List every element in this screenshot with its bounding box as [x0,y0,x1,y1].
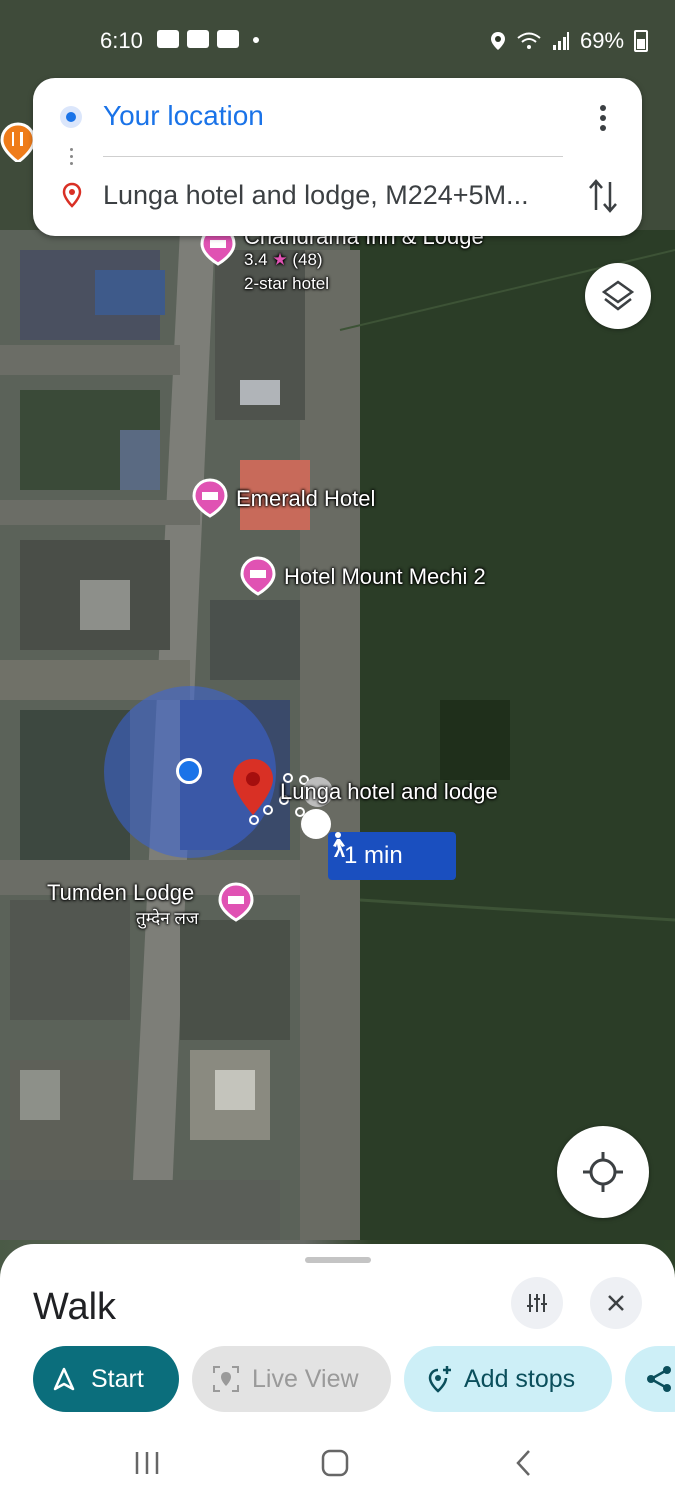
destination-pin-icon[interactable] [231,757,275,817]
signal-icon [553,32,569,50]
walking-icon [333,832,345,857]
route-connector-dots [70,144,74,174]
close-icon [608,1295,624,1311]
system-navigation-bar [0,1420,675,1500]
system-icons: 69% [490,28,649,54]
place-label-tumden[interactable]: Tumden Lodge [47,880,194,906]
recent-apps-icon[interactable] [133,1450,161,1476]
hotel-pin-icon[interactable] [218,882,254,922]
tune-icon [527,1294,547,1312]
home-icon[interactable] [320,1448,350,1478]
start-label: Start [91,1364,144,1393]
restaurant-pin-icon[interactable] [0,122,36,162]
back-icon[interactable] [514,1448,534,1478]
directions-card: Your location Lunga hotel and lodge, M22… [33,78,642,236]
place-label-tumden-local: तुम्देन लज [136,909,199,928]
hotel-pin-icon[interactable] [240,556,276,596]
start-button[interactable]: Start [33,1346,179,1412]
rating-value: 3.4 [244,250,268,269]
destination-marker-icon [62,182,82,208]
current-location-dot [176,758,202,784]
swap-directions-icon[interactable] [586,176,620,216]
place-label-emerald[interactable]: Emerald Hotel [236,486,375,512]
notification-icons [157,30,259,48]
field-divider [103,156,563,157]
review-count: (48) [292,250,323,269]
place-label-mount-mechi[interactable]: Hotel Mount Mechi 2 [284,564,486,590]
crosshair-icon [583,1152,623,1192]
destination-field[interactable]: Lunga hotel and lodge, M224+5M... [103,180,563,211]
travel-mode-title: Walk [33,1286,117,1328]
hotel-pin-icon[interactable] [192,478,228,518]
battery-icon [634,30,649,52]
walk-time-label: 1 min [344,842,403,869]
youtube-icon [157,30,179,48]
live-view-label: Live View [252,1364,359,1393]
add-location-icon [428,1366,451,1393]
add-stops-label: Add stops [464,1364,576,1393]
add-stops-button[interactable]: Add stops [404,1346,612,1412]
close-button[interactable] [590,1277,642,1329]
star-icon: ★ [272,250,288,269]
navigation-arrow-icon [53,1367,75,1391]
app-notification-icon [217,30,239,48]
battery-percent: 69% [580,28,625,53]
place-category-chandrama: 2-star hotel [244,274,330,293]
live-view-icon [213,1366,239,1392]
status-bar: 6:10 69% [0,0,675,80]
share-icon [647,1366,671,1392]
origin-field[interactable]: Your location [103,100,264,132]
live-view-button[interactable]: Live View [192,1346,391,1412]
share-button[interactable] [625,1346,675,1412]
location-icon [491,32,505,50]
my-location-button[interactable] [557,1126,649,1218]
facebook-icon [187,30,209,48]
origin-dot-icon [60,106,82,128]
walk-time-badge[interactable]: 1 min [328,832,456,880]
more-options-icon[interactable] [588,100,618,136]
layers-icon [601,280,635,311]
place-label-lunga[interactable]: Lunga hotel and lodge [280,779,498,805]
status-time: 6:10 [100,28,143,53]
sheet-drag-handle[interactable] [305,1257,371,1263]
place-rating-chandrama: 3.4 ★ (48) [244,250,323,270]
route-options-button[interactable] [511,1277,563,1329]
wifi-icon [517,32,541,49]
map-layers-button[interactable] [585,263,651,329]
more-notifications-dot-icon [253,37,259,43]
